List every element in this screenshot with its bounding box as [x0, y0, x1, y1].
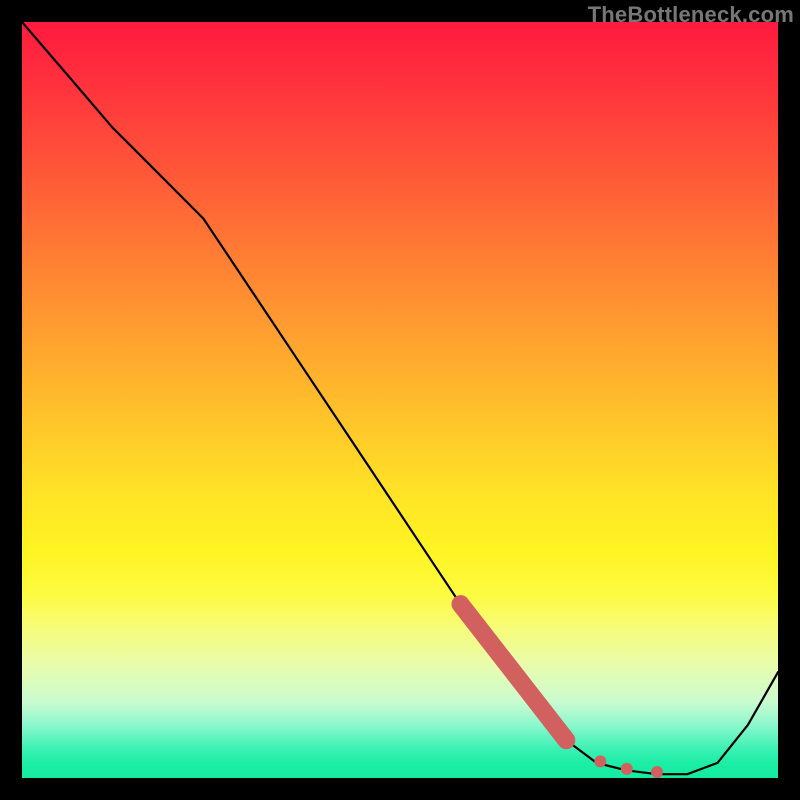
- chart-overlay-svg: [22, 22, 778, 778]
- highlight-dot: [651, 766, 663, 778]
- highlight-dots: [560, 734, 663, 778]
- highlight-dot: [594, 755, 606, 767]
- highlight-thick: [461, 604, 567, 740]
- highlight-dot: [560, 734, 572, 746]
- highlight-dot: [621, 763, 633, 775]
- chart-outer-frame: TheBottleneck.com: [0, 0, 800, 800]
- curve-line: [22, 22, 778, 774]
- watermark-text: TheBottleneck.com: [588, 2, 794, 28]
- plot-area: [22, 22, 778, 778]
